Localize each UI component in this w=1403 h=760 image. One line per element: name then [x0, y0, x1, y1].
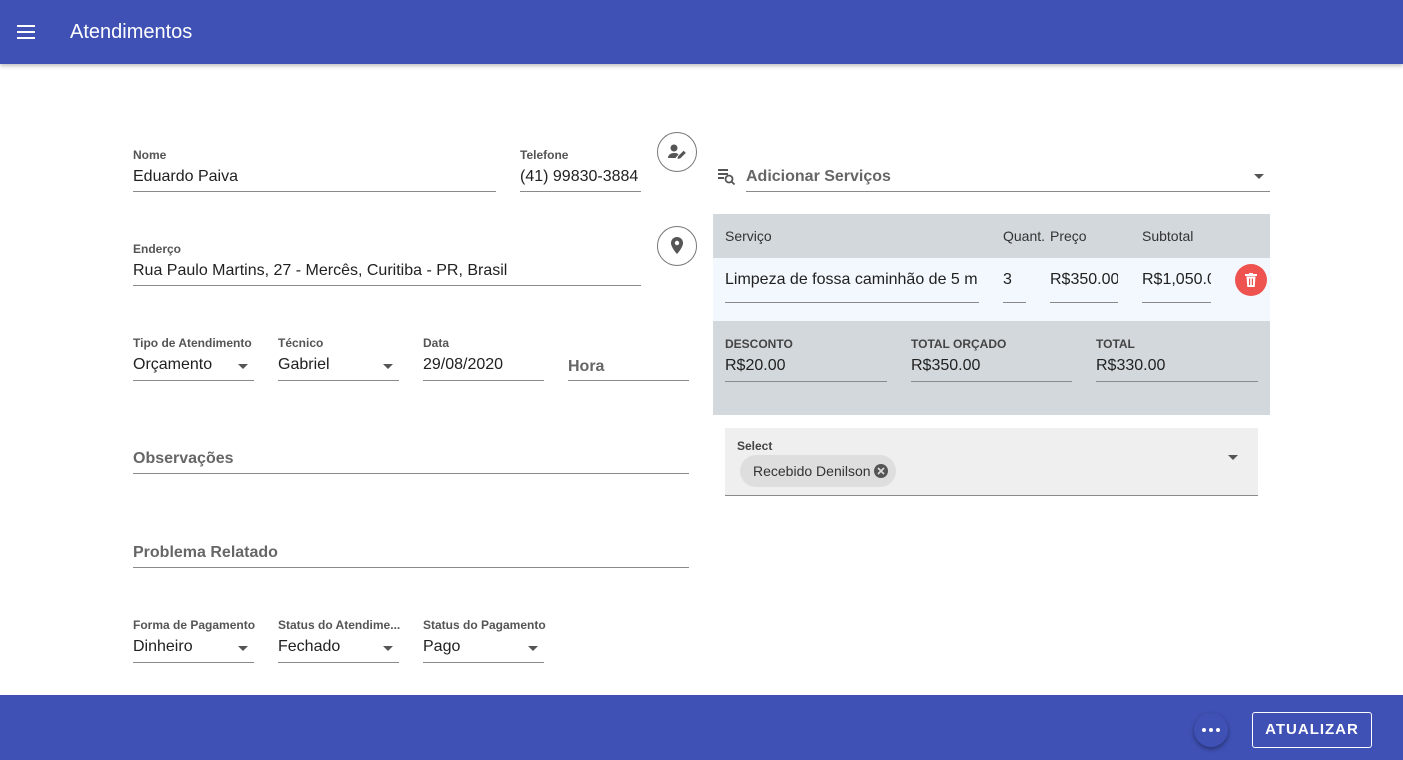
chevron-down-icon: [383, 646, 393, 651]
update-button[interactable]: ATUALIZAR: [1252, 712, 1372, 748]
desconto-value: R$20.00: [725, 357, 786, 374]
more-options-button[interactable]: [1194, 713, 1228, 747]
total-orcado-label: TOTAL ORÇADO: [911, 337, 1007, 351]
chevron-down-icon: [528, 646, 538, 651]
menu-icon[interactable]: [14, 20, 38, 44]
delete-service-button[interactable]: [1235, 264, 1267, 296]
status-pagamento-select[interactable]: Status do Pagamento Pago: [423, 618, 546, 663]
endereco-value: Rua Paulo Martins, 27 - Mercês, Curitiba…: [133, 262, 508, 279]
nome-field[interactable]: Nome Eduardo Paiva: [133, 148, 496, 192]
tecnico-value: Gabriel: [278, 356, 330, 373]
tecnico-select[interactable]: Técnico Gabriel: [278, 336, 399, 381]
select-label: Select: [737, 439, 773, 453]
data-label: Data: [423, 336, 450, 350]
preco-input[interactable]: R$350.00: [1050, 267, 1118, 303]
total-orcado-field: TOTAL ORÇADO R$350.00: [911, 337, 1072, 382]
desconto-field[interactable]: DESCONTO R$20.00: [725, 337, 887, 382]
col-preco: Preço: [1050, 228, 1087, 244]
tipo-atendimento-select[interactable]: Tipo de Atendimento Orçamento: [133, 336, 254, 381]
nome-label: Nome: [133, 148, 167, 162]
data-value: 29/08/2020: [423, 356, 504, 373]
app-bar: Atendimentos: [0, 0, 1403, 64]
total-orcado-value: R$350.00: [911, 357, 981, 374]
servico-input[interactable]: Limpeza de fossa caminhão de 5 m: [725, 267, 979, 303]
hora-placeholder: Hora: [568, 358, 605, 375]
tecnico-label: Técnico: [278, 336, 324, 350]
telefone-field[interactable]: Telefone (41) 99830-3884: [520, 148, 641, 192]
observacoes-field[interactable]: Observações: [133, 428, 689, 474]
observacoes-placeholder: Observações: [133, 450, 234, 467]
forma-pagamento-select[interactable]: Forma de Pagamento Dinheiro: [133, 618, 256, 663]
chevron-down-icon: [238, 364, 248, 369]
tipo-atendimento-label: Tipo de Atendimento: [133, 336, 252, 350]
chip: Recebido Denilson: [740, 455, 896, 487]
desconto-label: DESCONTO: [725, 337, 793, 351]
status-pagamento-label: Status do Pagamento: [423, 618, 546, 632]
tipo-atendimento-value: Orçamento: [133, 356, 213, 373]
contact-edit-icon: [668, 144, 686, 159]
data-field[interactable]: Data 29/08/2020: [423, 336, 544, 381]
chevron-down-icon: [1228, 455, 1238, 460]
problema-relatado-field[interactable]: Problema Relatado: [133, 522, 689, 568]
services-table-header: Serviço Quant. Preço Subtotal: [713, 214, 1270, 258]
hora-field[interactable]: Hora: [568, 336, 689, 381]
chevron-down-icon: [383, 364, 393, 369]
receipt-select[interactable]: Select Recebido Denilson: [725, 428, 1258, 496]
telefone-label: Telefone: [520, 148, 569, 162]
chip-close-icon[interactable]: [874, 464, 888, 478]
search-list-icon: [718, 169, 736, 186]
add-services-select[interactable]: Adicionar Serviços: [746, 154, 1270, 192]
chevron-down-icon: [238, 646, 248, 651]
subtotal-input[interactable]: R$1,050.00: [1142, 267, 1211, 303]
chip-label: Recebido Denilson: [753, 463, 871, 479]
telefone-value: (41) 99830-3884: [520, 168, 639, 185]
status-atendimento-label: Status do Atendime...: [278, 618, 401, 632]
total-label: TOTAL: [1096, 337, 1135, 351]
endereco-label: Enderço: [133, 242, 182, 256]
summary-panel: DESCONTO R$20.00 TOTAL ORÇADO R$350.00 T…: [713, 321, 1270, 415]
status-atendimento-select[interactable]: Status do Atendime... Fechado: [278, 618, 401, 663]
location-pin-icon: [671, 237, 683, 254]
chevron-down-icon: [1254, 174, 1264, 179]
problema-placeholder: Problema Relatado: [133, 544, 278, 561]
add-services-placeholder: Adicionar Serviços: [746, 168, 891, 185]
total-field: TOTAL R$330.00: [1096, 337, 1258, 382]
forma-pagamento-label: Forma de Pagamento: [133, 618, 256, 632]
col-quant: Quant.: [1003, 228, 1046, 244]
status-atendimento-value: Fechado: [278, 638, 341, 655]
forma-pagamento-value: Dinheiro: [133, 638, 193, 655]
page-title: Atendimentos: [70, 21, 193, 43]
col-subtotal: Subtotal: [1142, 228, 1194, 244]
table-row: Limpeza de fossa caminhão de 5 m 3 R$350…: [713, 258, 1270, 321]
endereco-field[interactable]: Enderço Rua Paulo Martins, 27 - Mercês, …: [133, 242, 641, 286]
status-pagamento-value: Pago: [423, 638, 461, 655]
bottom-bar: ATUALIZAR: [0, 695, 1403, 760]
col-servico: Serviço: [725, 228, 772, 244]
location-button[interactable]: [657, 226, 697, 266]
nome-value: Eduardo Paiva: [133, 168, 238, 185]
quant-input[interactable]: 3: [1003, 267, 1026, 303]
total-value: R$330.00: [1096, 357, 1166, 374]
trash-icon: [1245, 273, 1257, 287]
edit-contact-button[interactable]: [657, 132, 697, 172]
